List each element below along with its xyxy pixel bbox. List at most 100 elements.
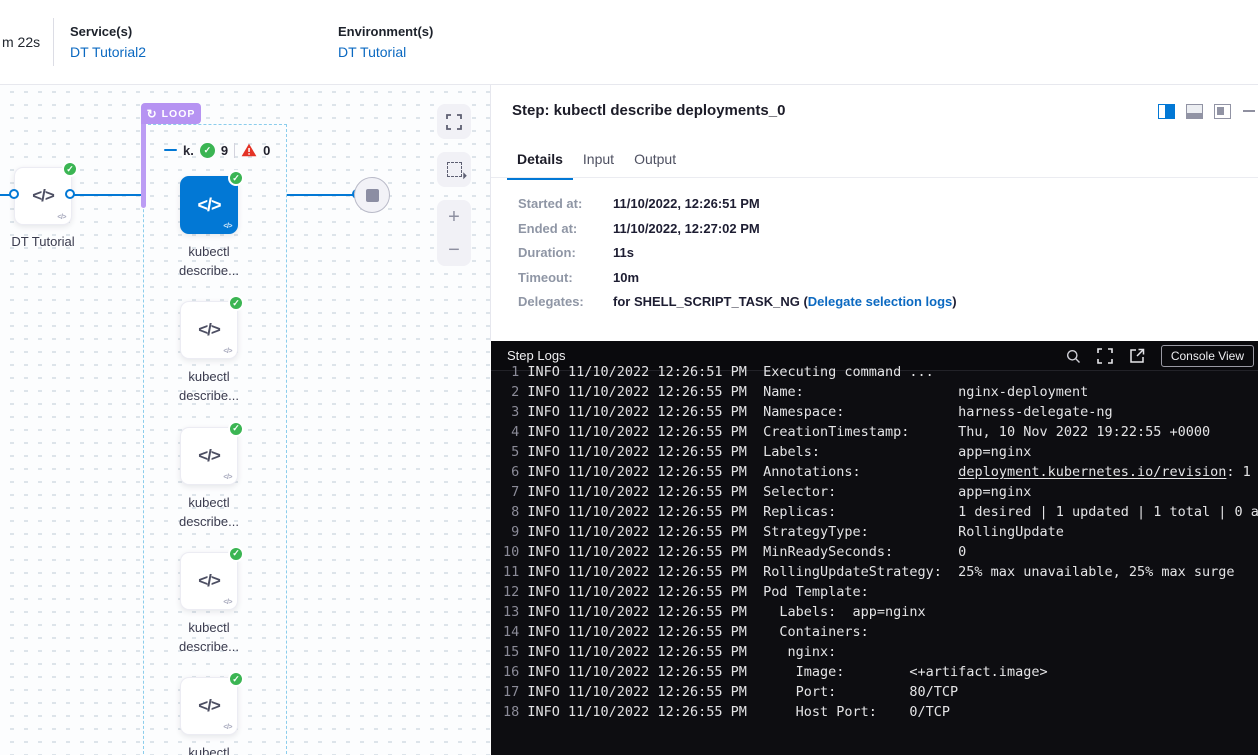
step-node[interactable]: </></>✓ [180,427,238,485]
log-line-meta: INFO 11/10/2022 12:26:55 PM [519,424,763,440]
log-line: 11 INFO 11/10/2022 12:26:55 PM RollingUp… [503,562,1258,582]
edge-end [287,194,359,196]
log-line-meta: INFO 11/10/2022 12:26:51 PM [519,364,763,380]
log-line-meta: INFO 11/10/2022 12:26:55 PM [519,504,763,520]
row-label: Timeout: [518,271,613,285]
step-node[interactable]: </></>✓ [180,552,238,610]
success-badge-icon: ✓ [228,170,244,186]
log-line-number: 13 [503,604,519,620]
count-divider [234,143,235,158]
log-line-number: 12 [503,584,519,600]
log-link[interactable]: deployment.kubernetes.io/revision [958,464,1226,480]
log-line: 17 INFO 11/10/2022 12:26:55 PM Port: 80/… [503,682,1258,702]
layout-left-pane-icon[interactable] [1214,104,1231,119]
services-block: Service(s) DT Tutorial2 [70,24,146,60]
code-icon: </> [198,446,220,466]
pipeline-execution-page: m 22s Service(s) DT Tutorial2 Environmen… [0,0,1258,755]
service-link[interactable]: DT Tutorial2 [70,44,146,60]
code-icon: </> [197,195,220,216]
success-badge-icon: ✓ [228,671,244,687]
tab-details[interactable]: Details [507,143,573,180]
log-line: 1 INFO 11/10/2022 12:26:51 PM Executing … [503,362,1258,382]
code-icon: </> [32,186,54,206]
log-message: Namespace: harness-delegate-ng [763,404,1113,420]
warning-icon [241,143,257,157]
loop-group-edge [141,122,146,208]
zoom-in-button[interactable]: + [448,207,460,227]
log-message: Port: 80/TCP [763,684,958,700]
loop-badge-label: LOOP [162,108,196,120]
header-divider [53,18,54,66]
log-message: Selector: app=nginx [763,484,1031,500]
step-node[interactable]: </></>✓ [180,677,238,735]
failed-count: 0 [263,143,270,158]
step-node-label: kubectldescribe... [149,242,269,280]
row-label: Duration: [518,246,613,260]
zoom-out-button[interactable]: − [448,240,460,260]
layout-right-pane-icon[interactable] [1158,104,1175,119]
row-label: Started at: [518,197,613,211]
step-node[interactable]: </></>✓ [180,176,238,234]
log-line-number: 5 [503,444,519,460]
log-message: : 1 [1226,464,1250,480]
log-line-meta: INFO 11/10/2022 12:26:55 PM [519,544,763,560]
log-message: Annotations: [763,464,958,480]
log-line-number: 3 [503,404,519,420]
log-line-number: 9 [503,524,519,540]
row-label: Delegates: [518,295,613,309]
success-badge-icon: ✓ [228,421,244,437]
log-line-meta: INFO 11/10/2022 12:26:55 PM [519,704,763,720]
code-mini-icon: </> [223,474,232,481]
step-logs-title: Step Logs [507,348,566,363]
log-message: Pod Template: [763,584,869,600]
stop-node[interactable] [354,177,390,213]
step-node-label: kubectldescribe... [149,618,269,656]
start-step-node[interactable]: </> </> ✓ [14,167,72,225]
code-icon: </> [198,320,220,340]
log-line-meta: INFO 11/10/2022 12:26:55 PM [519,524,763,540]
log-line-number: 18 [503,704,519,720]
log-line-number: 17 [503,684,519,700]
row-value: 10m [613,271,639,285]
log-message: Containers: [763,624,869,640]
execution-header: m 22s Service(s) DT Tutorial2 Environmen… [0,0,1258,85]
tab-output[interactable]: Output [624,143,686,180]
code-mini-icon: </> [223,599,232,606]
layout-bottom-pane-icon[interactable] [1186,104,1203,119]
log-message: nginx: [763,644,836,660]
log-message: Executing command ... [763,364,934,380]
log-line-meta: INFO 11/10/2022 12:26:55 PM [519,604,763,620]
group-title: k. [183,143,194,158]
log-line-meta: INFO 11/10/2022 12:26:55 PM [519,384,763,400]
log-line: 4 INFO 11/10/2022 12:26:55 PM CreationTi… [503,422,1258,442]
log-message: RollingUpdateStrategy: 25% max unavailab… [763,564,1234,580]
detail-row-ended: Ended at: 11/10/2022, 12:27:02 PM [518,222,957,236]
log-line-number: 4 [503,424,519,440]
minimize-panel-icon[interactable] [1243,110,1255,112]
pipeline-graph-canvas[interactable]: </> </> ✓ DT Tutorial ↻ LOOP k. ✓ 9 0 [0,85,490,755]
details-rows: Started at: 11/10/2022, 12:26:51 PM Ende… [518,197,957,320]
delegate-selection-logs-link[interactable]: Delegate selection logs [808,294,953,309]
tab-input[interactable]: Input [573,143,624,180]
execution-duration: m 22s [2,34,40,50]
log-message: Labels: app=nginx [763,604,926,620]
log-message: MinReadySeconds: 0 [763,544,966,560]
log-line-number: 2 [503,384,519,400]
fit-to-screen-button[interactable] [437,104,471,139]
log-line-number: 1 [503,364,519,380]
code-icon: </> [198,696,220,716]
log-line-meta: INFO 11/10/2022 12:26:55 PM [519,664,763,680]
code-mini-icon: </> [223,724,232,731]
log-line: 2 INFO 11/10/2022 12:26:55 PM Name: ngin… [503,382,1258,402]
row-value: 11s [613,246,634,260]
log-line: 6 INFO 11/10/2022 12:26:55 PM Annotation… [503,462,1258,482]
details-tabs: Details Input Output [507,143,686,180]
environment-link[interactable]: DT Tutorial [338,44,433,60]
marquee-select-button[interactable] [437,152,471,187]
detail-row-duration: Duration: 11s [518,246,957,260]
step-node[interactable]: </></>✓ [180,301,238,359]
collapse-icon[interactable] [164,149,177,152]
code-mini-icon: </> [57,214,66,221]
connector-dot [9,189,19,199]
loop-group-header: k. ✓ 9 0 [164,141,270,159]
